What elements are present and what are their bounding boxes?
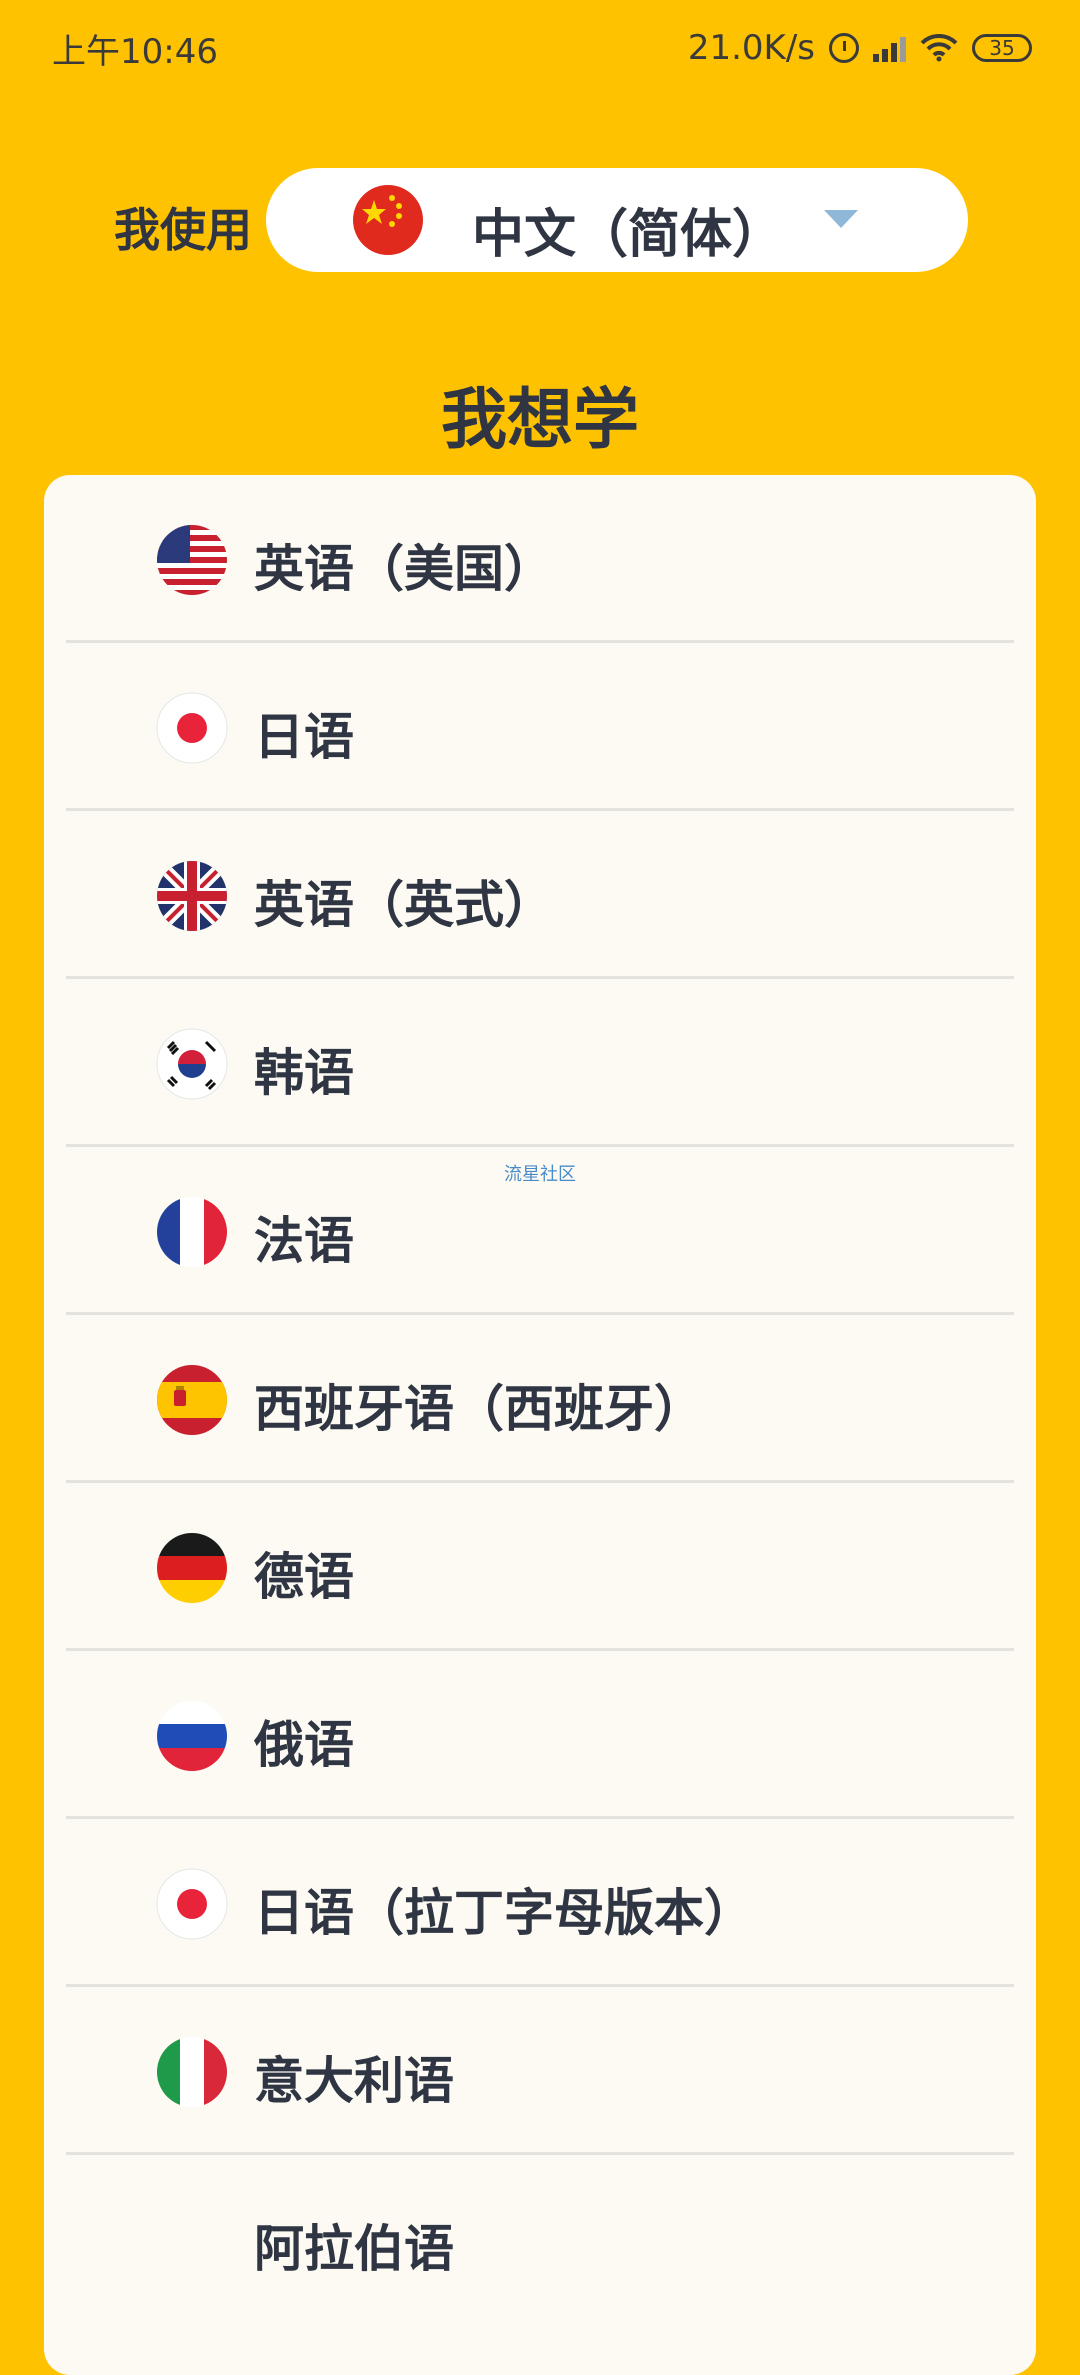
language-list: 英语（美国） 日语 英语（英式） 韩语 法语 西班牙语（西班牙） 德语 俄语 日… bbox=[44, 475, 1036, 2375]
watermark: 流星社区 bbox=[504, 1164, 576, 1185]
language-item[interactable]: 西班牙语（西班牙） bbox=[66, 1315, 1014, 1483]
language-name: 俄语 bbox=[254, 1716, 354, 1774]
source-language-row: 我使用 中文（简体） bbox=[0, 168, 1080, 272]
language-item[interactable]: 意大利语 bbox=[66, 1987, 1014, 2155]
language-item[interactable]: 俄语 bbox=[66, 1651, 1014, 1819]
language-name: 韩语 bbox=[254, 1044, 354, 1102]
china-flag-icon bbox=[353, 185, 423, 255]
japan-flag-icon bbox=[156, 692, 228, 764]
korea-flag-icon bbox=[156, 1028, 228, 1100]
france-flag-icon bbox=[157, 1197, 227, 1267]
language-name: 西班牙语（西班牙） bbox=[254, 1380, 704, 1438]
language-name: 阿拉伯语 bbox=[254, 2220, 454, 2278]
germany-flag-icon bbox=[157, 1533, 227, 1603]
language-name: 英语（英式） bbox=[254, 876, 554, 934]
language-name: 德语 bbox=[254, 1548, 354, 1606]
spain-flag-icon bbox=[157, 1365, 227, 1435]
status-time: 上午10:46 bbox=[52, 31, 218, 72]
language-item[interactable]: 英语（英式） bbox=[66, 811, 1014, 979]
japan-flag-icon bbox=[156, 1868, 228, 1940]
network-speed: 21.0K/s bbox=[687, 28, 815, 68]
source-language-value: 中文（简体） bbox=[472, 205, 785, 265]
language-item[interactable]: 阿拉伯语 bbox=[66, 2155, 1014, 2323]
language-name: 法语 bbox=[254, 1212, 354, 1270]
status-icons: 21.0K/s 35 bbox=[688, 28, 1032, 68]
wifi-icon bbox=[920, 34, 958, 62]
language-item[interactable]: 日语 bbox=[66, 643, 1014, 811]
page-title: 我想学 bbox=[441, 381, 639, 458]
language-name: 日语 bbox=[254, 708, 354, 766]
uk-flag-icon bbox=[157, 861, 227, 931]
language-item[interactable]: 德语 bbox=[66, 1483, 1014, 1651]
alarm-icon bbox=[829, 33, 859, 63]
language-item[interactable]: 英语（美国） bbox=[66, 475, 1014, 643]
language-item[interactable]: 韩语 bbox=[66, 979, 1014, 1147]
battery-icon: 35 bbox=[972, 34, 1032, 62]
chevron-down-icon bbox=[824, 210, 858, 228]
language-name: 英语（美国） bbox=[254, 540, 554, 598]
source-language-label: 我使用 bbox=[114, 203, 252, 257]
language-name: 日语（拉丁字母版本） bbox=[254, 1884, 754, 1942]
us-flag-icon bbox=[157, 525, 227, 595]
russia-flag-icon bbox=[157, 1701, 227, 1771]
language-name: 意大利语 bbox=[254, 2052, 454, 2110]
status-bar: 上午10:46 21.0K/s 35 bbox=[0, 0, 1080, 96]
source-language-dropdown[interactable]: 中文（简体） bbox=[266, 168, 968, 272]
signal-icon bbox=[873, 34, 906, 62]
language-item[interactable]: 日语（拉丁字母版本） bbox=[66, 1819, 1014, 1987]
italy-flag-icon bbox=[157, 2037, 227, 2107]
